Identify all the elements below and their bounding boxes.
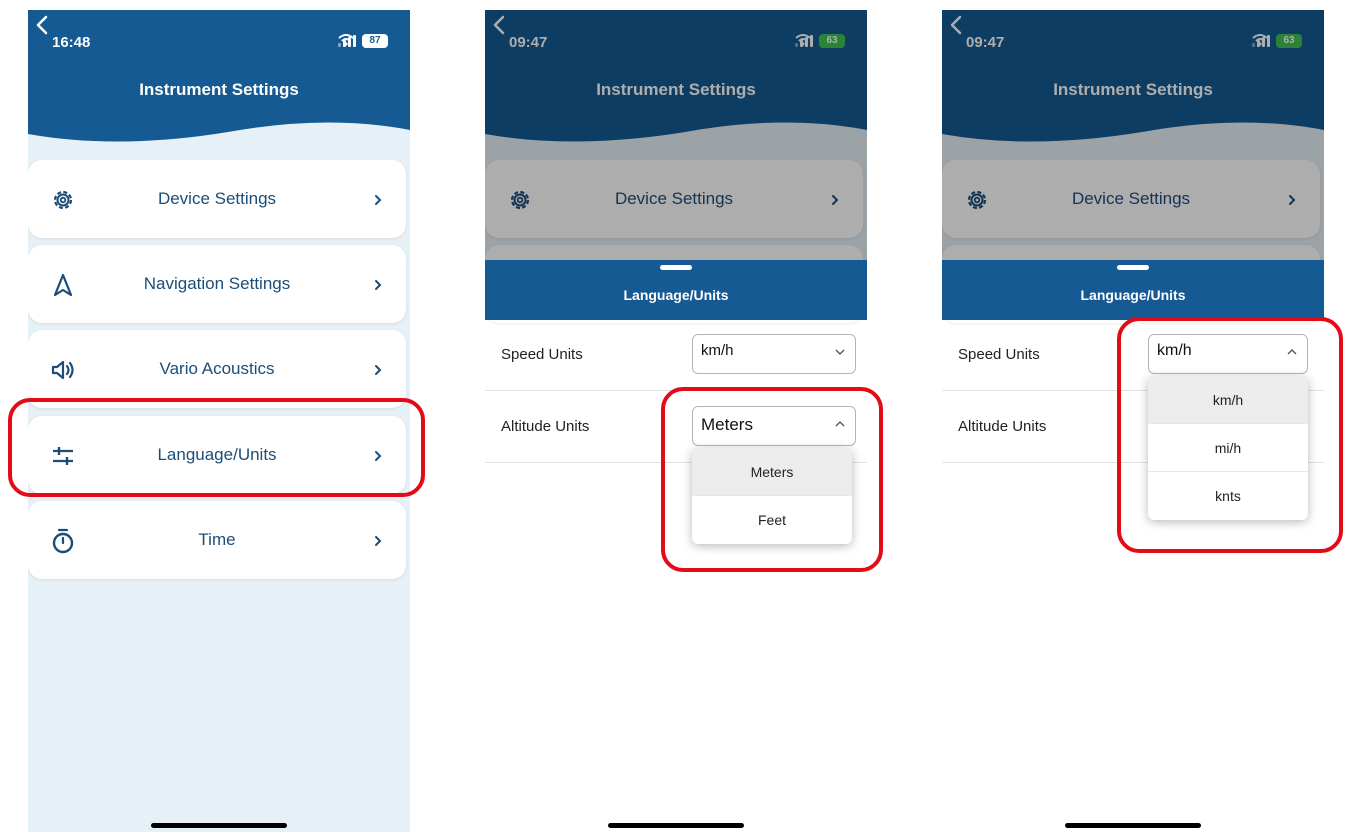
menu-label: Vario Acoustics — [159, 359, 275, 378]
phone-instrument-settings: 16:48 87 Instrument Settings Device Sett… — [28, 10, 410, 832]
gear-icon — [510, 190, 530, 210]
option-kmh[interactable]: km/h — [1148, 376, 1308, 424]
option-mih[interactable]: mi/h — [1148, 424, 1308, 472]
sheet-title: Language/Units — [1080, 287, 1186, 303]
chevron-up-icon — [835, 421, 845, 427]
speed-units-value: km/h — [1157, 342, 1192, 359]
altitude-units-select[interactable]: Meters — [692, 406, 856, 446]
chevron-right-icon — [375, 451, 382, 461]
menu-item-time[interactable]: Time — [28, 501, 406, 579]
home-indicator — [608, 823, 744, 828]
stopwatch-icon — [52, 528, 74, 554]
menu-label: Device Settings — [1071, 189, 1191, 208]
menu-item-language-units[interactable]: Language/Units — [28, 416, 406, 494]
speed-units-label: Speed Units — [958, 346, 1040, 363]
wifi-icon — [338, 34, 354, 46]
divider — [485, 390, 867, 391]
speed-units-select[interactable]: km/h — [1148, 334, 1308, 374]
back-button[interactable] — [28, 10, 58, 40]
battery-indicator: 63 — [1276, 34, 1302, 48]
sliders-icon — [53, 447, 73, 465]
menu-item-navigation-settings[interactable]: Navigation Settings — [28, 245, 406, 323]
chevron-right-icon — [375, 195, 382, 205]
navigation-arrow-icon — [53, 273, 73, 297]
battery-indicator: 63 — [819, 34, 845, 48]
speed-units-dropdown: km/h mi/h knts — [1148, 376, 1308, 520]
menu-label: Device Settings — [157, 189, 277, 208]
back-button[interactable] — [485, 10, 515, 40]
back-button[interactable] — [942, 10, 972, 40]
chevron-right-icon — [1289, 195, 1296, 205]
menu-item-device-settings[interactable]: Device Settings — [485, 160, 863, 238]
header: 16:48 87 Instrument Settings — [28, 10, 410, 150]
speed-units-value: km/h — [701, 342, 734, 359]
menu-label: Navigation Settings — [143, 274, 291, 293]
chevron-right-icon — [375, 280, 382, 290]
battery-indicator: 87 — [362, 34, 388, 48]
chevron-down-icon — [835, 349, 845, 355]
header: 09:47 63 Instrument Settings — [942, 10, 1324, 150]
speaker-icon — [51, 360, 74, 380]
menu-label: Time — [198, 530, 236, 549]
gear-icon — [967, 190, 987, 210]
altitude-units-value: Meters — [701, 415, 753, 434]
option-feet[interactable]: Feet — [692, 496, 852, 544]
sheet-header: Language/Units — [485, 260, 867, 320]
option-knts[interactable]: knts — [1148, 472, 1308, 520]
speed-units-label: Speed Units — [501, 346, 583, 363]
page-title: Instrument Settings — [596, 80, 756, 99]
header: 09:47 63 Instrument Settings — [485, 10, 867, 150]
sheet-handle[interactable] — [660, 265, 692, 270]
page-title: Instrument Settings — [1053, 80, 1213, 99]
altitude-units-label: Altitude Units — [501, 418, 590, 435]
wifi-icon — [795, 34, 811, 46]
sheet-title: Language/Units — [623, 287, 729, 303]
menu-item-device-settings[interactable]: Device Settings — [942, 160, 1320, 238]
status-icons: 63 — [1252, 34, 1302, 48]
sheet-header: Language/Units — [942, 260, 1324, 320]
menu-item-device-settings[interactable]: Device Settings — [28, 160, 406, 238]
phone-speed-units: 09:47 63 Instrument Settings Device Sett… — [942, 10, 1324, 832]
home-indicator — [1065, 823, 1201, 828]
altitude-units-label: Altitude Units — [958, 418, 1047, 435]
chevron-up-icon — [1287, 349, 1297, 355]
sheet-handle[interactable] — [1117, 265, 1149, 270]
gear-icon — [53, 190, 73, 210]
menu-label: Language/Units — [157, 445, 277, 464]
menu-item-vario-acoustics[interactable]: Vario Acoustics — [28, 330, 406, 408]
page-title: Instrument Settings — [139, 80, 299, 99]
home-indicator — [151, 823, 287, 828]
phone-altitude-units: 09:47 63 Instrument Settings Device Sett… — [485, 10, 867, 832]
chevron-right-icon — [832, 195, 839, 205]
wifi-icon — [1252, 34, 1268, 46]
status-icons: 63 — [795, 34, 845, 48]
status-icons: 87 — [338, 34, 388, 48]
chevron-right-icon — [375, 365, 382, 375]
speed-units-select[interactable]: km/h — [692, 334, 856, 374]
altitude-units-dropdown: Meters Feet — [692, 448, 852, 544]
chevron-right-icon — [375, 536, 382, 546]
menu-label: Device Settings — [614, 189, 734, 208]
option-meters[interactable]: Meters — [692, 448, 852, 496]
